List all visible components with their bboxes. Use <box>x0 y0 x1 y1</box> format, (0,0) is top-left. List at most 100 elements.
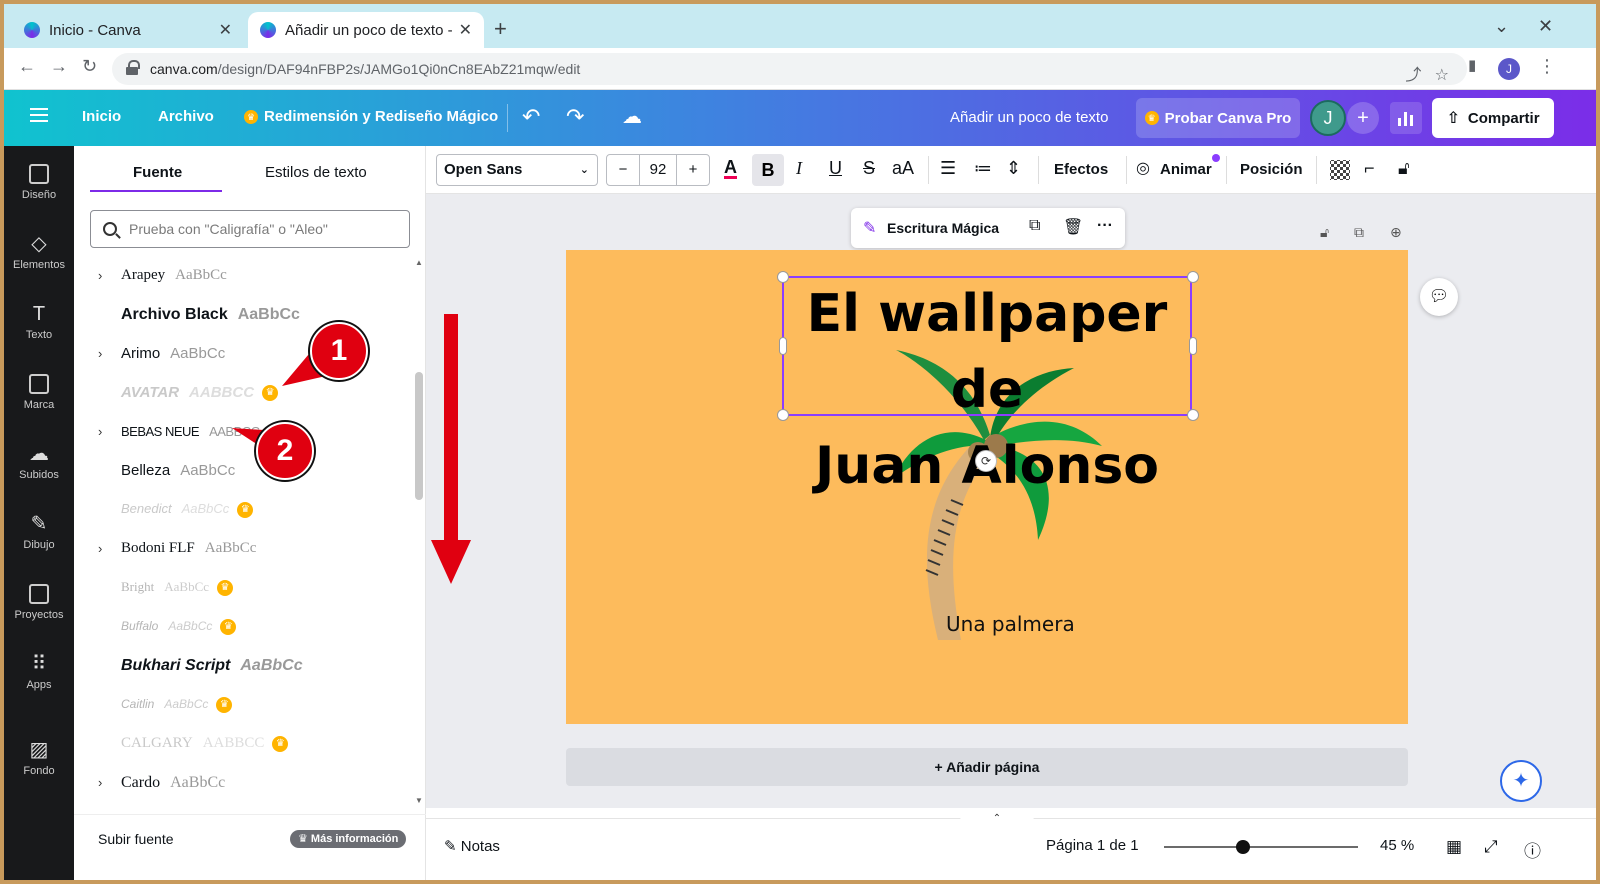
rail-item-background[interactable]: ▨ Fondo <box>4 740 74 777</box>
comment-icon[interactable]: 💬︎ <box>1420 278 1458 316</box>
font-row-caitlin[interactable]: Caitlin AaBbCc ♛ <box>74 685 414 724</box>
font-row-cardo[interactable]: › Cardo AaBbCc <box>74 763 414 802</box>
font-size-stepper[interactable]: − 92 + <box>606 154 710 186</box>
font-list-scrollbar[interactable]: ▲ ▼ <box>412 256 426 808</box>
profile-avatar[interactable]: J <box>1498 58 1520 80</box>
font-search-input[interactable] <box>129 221 409 237</box>
rail-item-uploads[interactable]: ☁ Subidos <box>4 444 74 481</box>
page-lock-icon[interactable]: 🔓︎ <box>1320 224 1329 241</box>
text-color-icon[interactable]: A <box>724 158 737 179</box>
menu-kebab-icon[interactable]: ⋮ <box>1538 56 1556 77</box>
page-indicator[interactable]: Página 1 de 1 <box>1046 837 1139 854</box>
magic-resize-button[interactable]: ♛ Redimensión y Rediseño Mágico <box>244 108 498 125</box>
forward-icon[interactable]: → <box>50 56 68 77</box>
redo-icon[interactable]: ↷ <box>566 104 584 130</box>
close-icon[interactable]: ✕ <box>219 20 232 40</box>
position-button[interactable]: Posición <box>1240 161 1303 178</box>
effects-button[interactable]: Efectos <box>1054 161 1108 178</box>
font-row-archivo-black[interactable]: Archivo Black AaBbCc <box>74 295 414 334</box>
animate-button[interactable]: Animar <box>1160 161 1212 178</box>
list-icon[interactable]: ≔ <box>974 158 992 179</box>
font-row-bukhari-script[interactable]: Bukhari Script AaBbCc <box>74 646 414 685</box>
transparency-icon[interactable] <box>1330 160 1350 180</box>
cloud-saved-icon[interactable]: ☁ <box>622 104 642 129</box>
reload-icon[interactable]: ↻ <box>82 56 97 77</box>
font-size-value[interactable]: 92 <box>639 155 677 185</box>
user-avatar[interactable]: J <box>1310 100 1346 136</box>
font-row-belleza[interactable]: Belleza AaBbCc <box>74 451 414 490</box>
rail-item-design[interactable]: Diseño <box>4 164 74 201</box>
design-page[interactable]: El wallpaper de Juan Alonso ⟳ Una palmer… <box>566 250 1408 724</box>
rail-item-elements[interactable]: ◇ Elementos <box>4 234 74 271</box>
font-row-bright[interactable]: Bright AaBbCc ♛ <box>74 568 414 607</box>
back-icon[interactable]: ← <box>18 56 36 77</box>
scroll-down-icon[interactable]: ▼ <box>415 796 423 805</box>
grid-view-icon[interactable]: ▦ <box>1446 837 1462 857</box>
document-title[interactable]: Añadir un poco de texto <box>950 109 1108 126</box>
spacing-icon[interactable]: ⇕ <box>1006 158 1021 179</box>
decrease-size-button[interactable]: − <box>607 155 639 185</box>
trash-icon[interactable]: 🗑︎ <box>1063 217 1083 237</box>
more-info-badge[interactable]: ♛ Más información <box>290 830 407 848</box>
animate-icon[interactable]: ◎ <box>1136 158 1150 178</box>
share-button[interactable]: ⇧ Compartir <box>1432 98 1554 138</box>
rail-item-projects[interactable]: Proyectos <box>4 584 74 621</box>
add-collaborator-button[interactable]: + <box>1347 102 1379 134</box>
bold-button[interactable]: B <box>752 154 784 186</box>
chevron-right-icon[interactable]: › <box>98 346 102 361</box>
font-row-bodoni-flf[interactable]: › Bodoni FLF AaBbCc <box>74 529 414 568</box>
chevron-right-icon[interactable]: › <box>98 541 102 556</box>
font-row-arapey[interactable]: › Arapey AaBbCc <box>74 256 414 295</box>
zoom-slider[interactable] <box>1164 840 1358 854</box>
lock-icon[interactable]: 🔓︎ <box>1398 158 1410 179</box>
upload-font-link[interactable]: Subir fuente <box>98 831 174 847</box>
scroll-up-icon[interactable]: ▲ <box>415 258 423 267</box>
font-search[interactable] <box>90 210 410 248</box>
tab-font[interactable]: Fuente <box>133 164 182 181</box>
undo-icon[interactable]: ↶ <box>522 104 540 130</box>
sidebar-toggle-icon[interactable]: ▮ <box>1468 56 1476 74</box>
scroll-thumb[interactable] <box>415 372 423 500</box>
zoom-value[interactable]: 45 % <box>1380 837 1414 854</box>
rail-item-apps[interactable]: ⠿ Apps <box>4 654 74 691</box>
assistant-sparkle-icon[interactable]: ✦ <box>1500 760 1542 802</box>
insights-icon[interactable] <box>1390 102 1422 134</box>
font-row-bebas-neue[interactable]: › BEBAS NEUE AABBCC <box>74 412 414 451</box>
paint-roller-icon[interactable]: ⌐ <box>1364 158 1375 179</box>
share-star-icons[interactable]: ⤴ ☆ <box>1405 61 1449 85</box>
try-pro-button[interactable]: ♛ Probar Canva Pro <box>1136 98 1300 138</box>
rail-item-text[interactable]: T Texto <box>4 304 74 341</box>
more-icon[interactable]: ··· <box>1097 217 1113 235</box>
increase-size-button[interactable]: + <box>677 155 709 185</box>
chevron-right-icon[interactable]: › <box>98 775 102 790</box>
caption-text[interactable]: Una palmera <box>946 612 1075 636</box>
magic-write-button[interactable]: Escritura Mágica <box>887 220 999 236</box>
url-bar[interactable]: canva.com /design/DAF94nFBP2s/JAMGo1Qi0n… <box>112 53 1467 85</box>
font-row-buffalo[interactable]: Buffalo AaBbCc ♛ <box>74 607 414 646</box>
home-link[interactable]: Inicio <box>82 108 121 125</box>
font-row-avatar[interactable]: AVATAR AABBCC ♛ <box>74 373 414 412</box>
font-row-benedict[interactable]: Benedict AaBbCc ♛ <box>74 490 414 529</box>
new-tab-icon[interactable]: + <box>494 16 507 42</box>
italic-icon[interactable]: I <box>796 158 802 179</box>
chevron-right-icon[interactable]: › <box>98 424 102 439</box>
tab-text-styles[interactable]: Estilos de texto <box>265 164 367 181</box>
tab-design[interactable]: Añadir un poco de texto - ✕ <box>248 12 484 48</box>
notes-button[interactable]: ✎ Notas <box>444 837 500 855</box>
file-menu[interactable]: Archivo <box>158 108 214 125</box>
rail-item-draw[interactable]: ✎ Dibujo <box>4 514 74 551</box>
duplicate-icon[interactable]: ⧉ <box>1029 217 1040 235</box>
chevron-down-icon[interactable]: ⌄ <box>1494 16 1509 37</box>
underline-icon[interactable]: U <box>829 158 842 179</box>
strikethrough-icon[interactable]: S <box>863 158 875 179</box>
tab-inicio[interactable]: Inicio - Canva ✕ <box>12 12 244 48</box>
menu-icon[interactable] <box>30 108 48 122</box>
close-icon[interactable]: ✕ <box>459 20 472 40</box>
align-center-icon[interactable]: ☰ <box>940 158 956 179</box>
rail-item-brand[interactable]: Marca <box>4 374 74 411</box>
page-add-icon[interactable]: ⊕ <box>1390 224 1402 241</box>
letter-case-icon[interactable]: aA <box>892 158 914 179</box>
zoom-slider-knob[interactable] <box>1236 840 1250 854</box>
font-family-select[interactable]: Open Sans ⌄ <box>436 154 598 186</box>
fullscreen-icon[interactable]: ⤢ <box>1484 837 1498 857</box>
